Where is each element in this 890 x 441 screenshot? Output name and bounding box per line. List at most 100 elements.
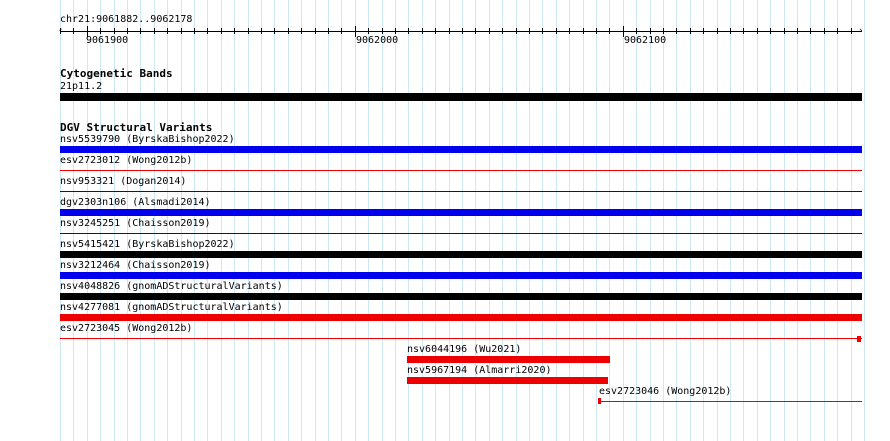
ruler-minor-tick xyxy=(609,28,610,34)
variant-bar[interactable] xyxy=(60,233,862,234)
variant-bar[interactable] xyxy=(599,401,862,402)
ruler-minor-tick xyxy=(529,28,530,34)
ruler-minor-tick xyxy=(73,28,74,34)
ruler-minor-tick xyxy=(449,28,450,34)
variant-bar[interactable] xyxy=(60,272,862,279)
grid-line xyxy=(810,0,811,441)
ruler-minor-tick xyxy=(341,28,342,34)
ruler-minor-tick xyxy=(140,28,141,34)
ruler-minor-tick xyxy=(328,28,329,34)
locus-coordinate: chr21:9061882..9062178 xyxy=(60,14,193,25)
grid-line xyxy=(864,0,865,441)
ruler-minor-tick xyxy=(475,28,476,34)
ruler-minor-tick xyxy=(636,28,637,34)
grid-line xyxy=(395,0,396,441)
variant-bar[interactable] xyxy=(407,356,610,363)
ruler-minor-tick xyxy=(730,28,731,34)
variant-end-marker[interactable] xyxy=(598,398,601,404)
ruler-right-arrow-icon: › xyxy=(858,26,864,36)
ruler-tick-label: 9062000 xyxy=(356,35,399,46)
grid-line xyxy=(221,0,222,441)
ruler-minor-tick xyxy=(703,28,704,34)
grid-line xyxy=(234,0,235,441)
ruler-tick-label: 9062100 xyxy=(624,35,667,46)
grid-line xyxy=(837,0,838,441)
ruler-minor-tick xyxy=(596,28,597,34)
cytoband-bar[interactable] xyxy=(60,93,862,101)
grid-line xyxy=(355,0,356,441)
ruler-minor-tick xyxy=(368,28,369,34)
grid-line xyxy=(770,0,771,441)
variant-label[interactable]: nsv5415421 (ByrskaBishop2022) xyxy=(60,239,235,250)
ruler-minor-tick xyxy=(382,28,383,34)
ruler-minor-tick xyxy=(60,28,61,34)
ruler-minor-tick xyxy=(810,28,811,34)
grid-line xyxy=(569,0,570,441)
variant-label[interactable]: nsv6044196 (Wu2021) xyxy=(407,344,521,355)
ruler-minor-tick xyxy=(757,28,758,34)
ruler-minor-tick xyxy=(851,28,852,34)
ruler-minor-tick xyxy=(556,28,557,34)
cytoband-label[interactable]: 21p11.2 xyxy=(60,81,102,92)
ruler-minor-tick xyxy=(408,28,409,34)
ruler-minor-tick xyxy=(650,28,651,34)
variant-label[interactable]: nsv5539790 (ByrskaBishop2022) xyxy=(60,134,235,145)
ruler-minor-tick xyxy=(100,28,101,34)
variant-label[interactable]: nsv5967194 (Almarri2020) xyxy=(407,365,552,376)
genome-browser-view[interactable]: chr21:9061882..9062178 ‹ › 9061900 90620… xyxy=(0,0,890,441)
variant-bar[interactable] xyxy=(60,251,862,258)
variant-bar[interactable] xyxy=(60,314,862,321)
cytoband-track-title: Cytogenetic Bands xyxy=(60,67,173,80)
grid-line xyxy=(274,0,275,441)
grid-line xyxy=(261,0,262,441)
ruler-minor-tick xyxy=(114,28,115,34)
grid-line xyxy=(757,0,758,441)
grid-line xyxy=(315,0,316,441)
variant-bar[interactable] xyxy=(60,191,862,192)
grid-line xyxy=(797,0,798,441)
variant-label[interactable]: dgv2303n106 (Alsmadi2014) xyxy=(60,197,211,208)
grid-line xyxy=(663,0,664,441)
variant-label[interactable]: nsv4048826 (gnomADStructuralVariants) xyxy=(60,281,283,292)
ruler-minor-tick xyxy=(274,28,275,34)
ruler-minor-tick xyxy=(569,28,570,34)
variant-label[interactable]: nsv3245251 (Chaisson2019) xyxy=(60,218,211,229)
variant-label[interactable]: nsv3212464 (Chaisson2019) xyxy=(60,260,211,271)
ruler-minor-tick xyxy=(542,28,543,34)
grid-line xyxy=(650,0,651,441)
ruler-minor-tick xyxy=(797,28,798,34)
grid-line xyxy=(690,0,691,441)
variant-label[interactable]: nsv953321 (Dogan2014) xyxy=(60,176,186,187)
variant-label[interactable]: esv2723046 (Wong2012b) xyxy=(599,386,731,397)
ruler-minor-tick xyxy=(395,28,396,34)
variant-bar[interactable] xyxy=(60,146,862,153)
variant-bar[interactable] xyxy=(60,170,862,171)
grid-line xyxy=(851,0,852,441)
variant-bar[interactable] xyxy=(60,338,862,339)
ruler-minor-tick xyxy=(516,28,517,34)
variant-label[interactable]: nsv4277081 (gnomADStructuralVariants) xyxy=(60,302,283,313)
grid-line xyxy=(717,0,718,441)
variant-label[interactable]: esv2723045 (Wong2012b) xyxy=(60,323,192,334)
grid-line xyxy=(743,0,744,441)
ruler-minor-tick xyxy=(288,28,289,34)
ruler-minor-tick xyxy=(194,28,195,34)
grid-line xyxy=(328,0,329,441)
grid-line xyxy=(556,0,557,441)
grid-line xyxy=(341,0,342,441)
ruler-minor-tick xyxy=(717,28,718,34)
variant-label[interactable]: esv2723012 (Wong2012b) xyxy=(60,155,192,166)
ruler-minor-tick xyxy=(422,28,423,34)
grid-line xyxy=(583,0,584,441)
grid-line xyxy=(623,0,624,441)
ruler-minor-tick xyxy=(489,28,490,34)
ruler-minor-tick xyxy=(315,28,316,34)
variant-bar[interactable] xyxy=(407,377,608,384)
ruler-minor-tick xyxy=(261,28,262,34)
variant-end-marker[interactable] xyxy=(857,336,861,342)
grid-line xyxy=(368,0,369,441)
grid-line xyxy=(382,0,383,441)
variant-bar[interactable] xyxy=(60,209,862,216)
variant-bar[interactable] xyxy=(60,293,862,300)
ruler-minor-tick xyxy=(784,28,785,34)
